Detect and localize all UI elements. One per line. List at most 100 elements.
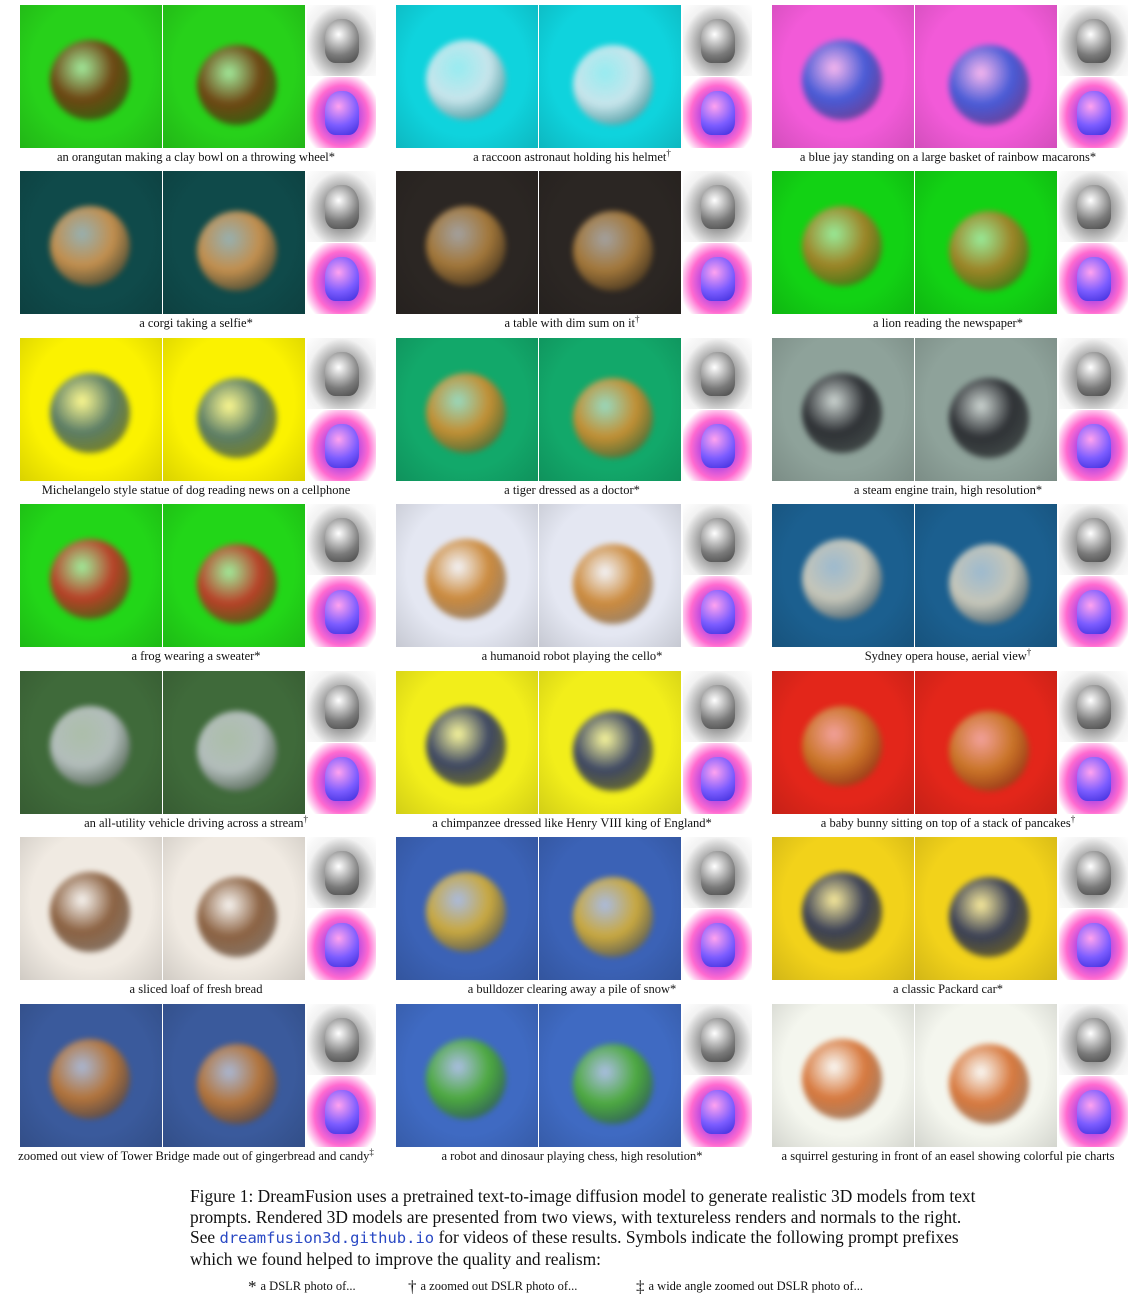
prefix-symbol: * [328,150,336,164]
render-view-2 [915,171,1057,314]
render-views [772,5,1128,148]
render-views [396,837,752,980]
prompt-caption: a robot and dinosaur playing chess, high… [390,1149,754,1163]
result-panel: Sydney opera house, aerial view† [766,504,1130,663]
subject-shape [197,711,277,791]
render-views [20,504,376,647]
render-view-2 [163,504,305,647]
result-panel: a steam engine train, high resolution* [766,338,1130,497]
result-panel: a bulldozer clearing away a pile of snow… [390,837,754,996]
render-views [396,338,752,481]
prompt-caption: Michelangelo style statue of dog reading… [14,483,378,497]
render-view-1 [772,5,914,148]
render-view-1 [396,171,538,314]
normals-shape [1077,424,1111,468]
result-panel: an orangutan making a clay bowl on a thr… [14,5,378,164]
render-view-2 [539,338,681,481]
render-view-1 [772,171,914,314]
render-views [396,171,752,314]
textureless-render [307,504,376,575]
prefix-symbol: * [1016,316,1023,330]
geometry-shape [325,352,359,396]
figure-row: a sliced loaf of fresh bread a bulldozer … [14,837,1138,996]
prefix-symbol: * [996,982,1003,996]
prompt-text: a raccoon astronaut holding his helmet [473,150,667,164]
prompt-text: a sliced loaf of fresh bread [129,982,263,996]
prefix-symbol: † [635,313,640,324]
normals-shape [325,1090,359,1134]
render-view-2 [163,671,305,814]
prompt-text: a table with dim sum on it [504,316,636,330]
render-view-2 [163,837,305,980]
normals-shape [701,91,735,135]
result-panel: a raccoon astronaut holding his helmet† [390,5,754,164]
render-view-1 [396,504,538,647]
prompt-text: a classic Packard car [892,982,997,996]
render-views [20,171,376,314]
render-view-1 [772,338,914,481]
textureless-render [683,171,752,242]
geometry-shape [1077,851,1111,895]
textureless-render [307,837,376,908]
render-views [772,671,1128,814]
textureless-render [1059,1004,1128,1075]
prompt-caption: an all-utility vehicle driving across a … [14,814,378,830]
render-views [772,504,1128,647]
result-panel: a tiger dressed as a doctor* [390,338,754,497]
legend-item-double-dagger: ‡ a wide angle zoomed out DSLR photo of..… [636,1277,863,1297]
subject-shape [949,544,1029,624]
textureless-render [307,1004,376,1075]
normals-shape [701,923,735,967]
subject-shape [426,206,506,286]
prompt-caption: a classic Packard car* [766,982,1130,996]
normals-render [307,743,376,814]
render-view-1 [20,671,162,814]
result-panel: an all-utility vehicle driving across a … [14,671,378,830]
textureless-render [683,5,752,76]
result-panel: a chimpanzee dressed like Henry VIII kin… [390,671,754,830]
prompt-caption: a corgi taking a selfie* [14,316,378,330]
normals-shape [325,424,359,468]
subject-shape [50,872,130,952]
subject-shape [197,1044,277,1124]
render-view-1 [396,5,538,148]
subject-shape [802,539,882,619]
geometry-shape [325,685,359,729]
result-panel: a humanoid robot playing the cello* [390,504,754,663]
render-view-2 [915,671,1057,814]
subject-shape [197,877,277,957]
render-views [396,1004,752,1147]
prefix-symbol: * [1035,483,1043,497]
textureless-render [683,504,752,575]
subject-shape [573,1044,653,1124]
geometry-shape [1077,352,1111,396]
figure-row: an all-utility vehicle driving across a … [14,671,1138,830]
project-link[interactable]: dreamfusion3d.github.io [219,1229,434,1247]
prompt-text: a chimpanzee dressed like Henry VIII kin… [432,816,706,830]
render-view-2 [915,1004,1057,1147]
render-views [396,671,752,814]
legend-item-star: * a DSLR photo of... [248,1277,356,1297]
normals-shape [325,757,359,801]
subject-shape [573,544,653,624]
normals-render [1059,77,1128,148]
textureless-render [1059,671,1128,742]
render-views [772,338,1128,481]
normals-render [683,77,752,148]
geometry-shape [325,518,359,562]
normals-shape [1077,923,1111,967]
prompt-caption: a humanoid robot playing the cello* [390,649,754,663]
subject-shape [949,45,1029,125]
geometry-shape [701,185,735,229]
normals-shape [1077,91,1111,135]
prefix-symbol: † [1026,646,1032,657]
prompt-caption: a raccoon astronaut holding his helmet† [390,148,754,164]
figure-row: zoomed out view of Tower Bridge made out… [14,1004,1138,1163]
render-view-1 [20,5,162,148]
textureless-render [1059,338,1128,409]
textureless-render [307,671,376,742]
render-view-1 [20,837,162,980]
prompt-caption: a baby bunny sitting on top of a stack o… [766,814,1130,830]
render-view-1 [772,504,914,647]
subject-shape [50,706,130,786]
